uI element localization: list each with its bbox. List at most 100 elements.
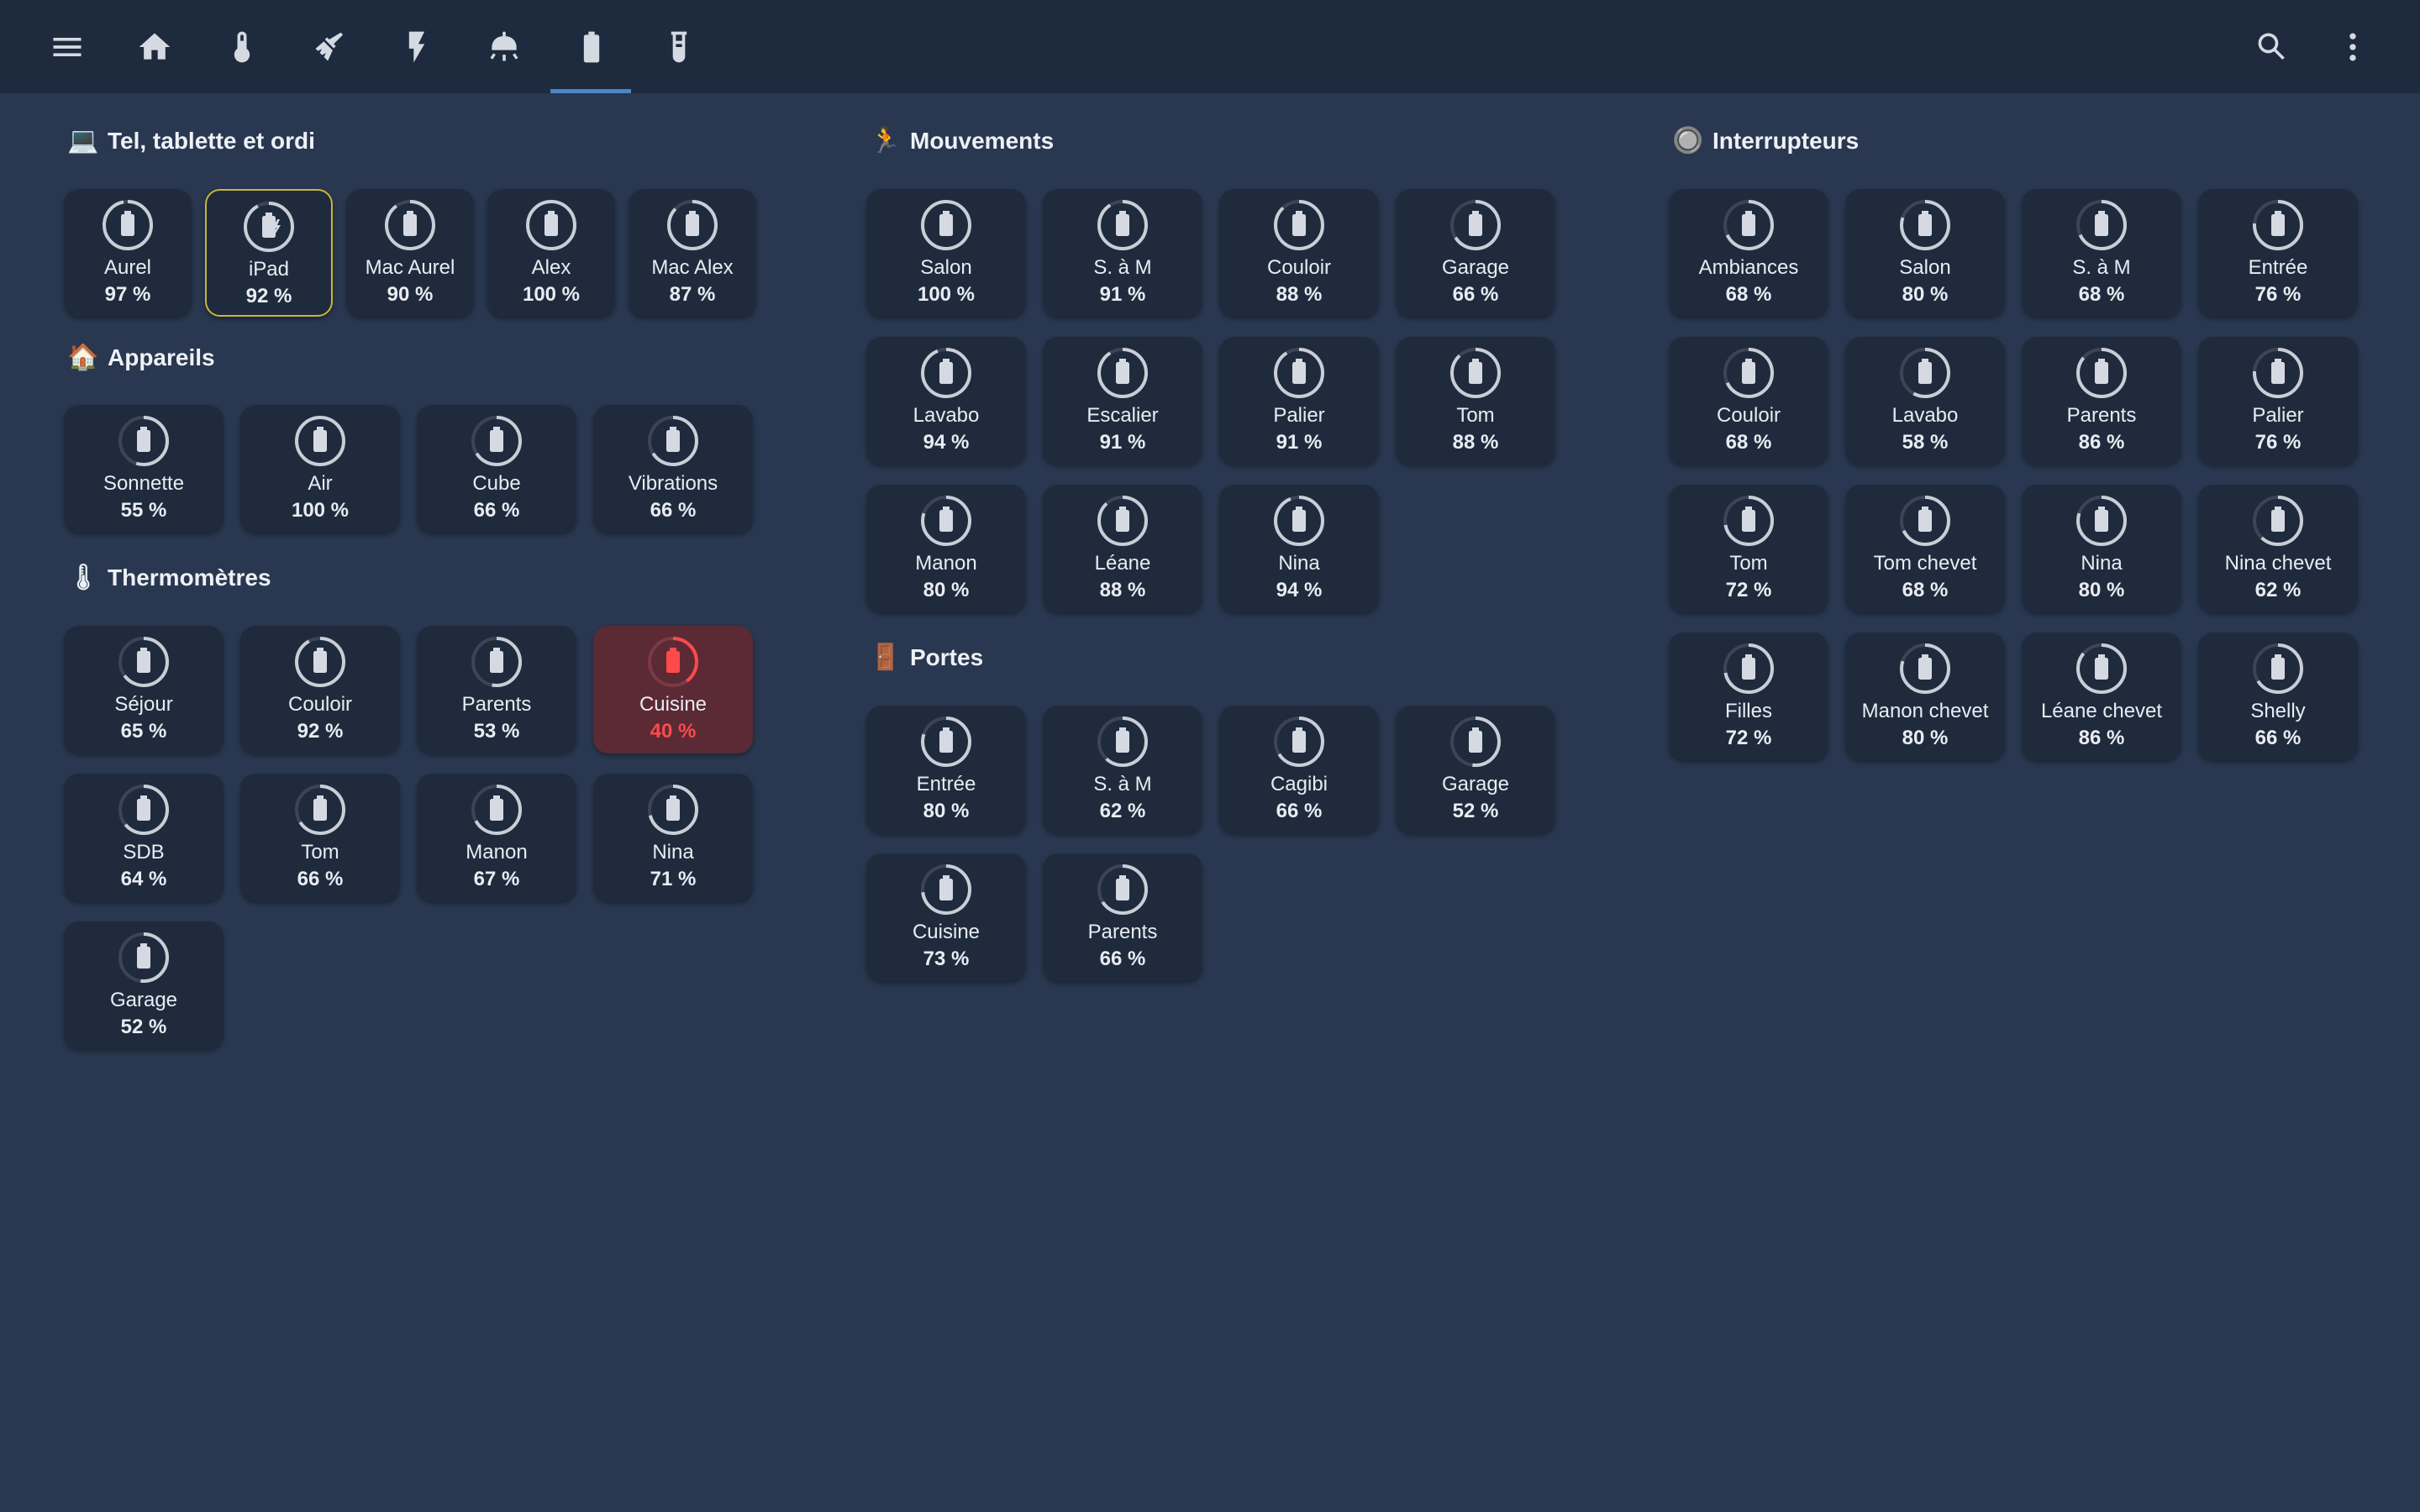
battery-card[interactable]: Aurel 97 % bbox=[64, 189, 192, 317]
more-options-button[interactable] bbox=[2321, 15, 2384, 78]
battery-card-percent: 94 % bbox=[1276, 579, 1323, 601]
tab-home[interactable] bbox=[123, 15, 186, 78]
battery-card[interactable]: Filles 72 % bbox=[1669, 633, 1828, 760]
battery-card[interactable]: Nina 94 % bbox=[1219, 485, 1379, 612]
section-title-devices: 💻 Tel, tablette et ordi bbox=[67, 126, 315, 155]
battery-level-ring bbox=[118, 785, 169, 835]
battery-card-percent: 76 % bbox=[2254, 283, 2302, 306]
battery-card[interactable]: Lavabo 94 % bbox=[866, 337, 1026, 465]
tab-broom[interactable] bbox=[297, 15, 360, 78]
battery-card[interactable]: Lavabo 58 % bbox=[1845, 337, 2005, 465]
battery-icon bbox=[666, 648, 680, 673]
battery-card[interactable]: Cube 66 % bbox=[417, 405, 576, 533]
battery-card[interactable]: Tom 88 % bbox=[1396, 337, 1555, 465]
battery-card[interactable]: Tom 66 % bbox=[240, 774, 400, 901]
battery-charging-icon bbox=[262, 213, 281, 238]
battery-card[interactable]: Salon 100 % bbox=[866, 189, 1026, 317]
battery-card-percent: 80 % bbox=[1902, 727, 1949, 749]
battery-card[interactable]: Nina 71 % bbox=[593, 774, 753, 901]
battery-card[interactable]: Parents 86 % bbox=[2022, 337, 2181, 465]
battery-card[interactable]: Léane 88 % bbox=[1043, 485, 1202, 612]
battery-level-ring bbox=[1274, 348, 1324, 398]
battery-card[interactable]: Couloir 88 % bbox=[1219, 189, 1379, 317]
menu-icon bbox=[53, 37, 81, 56]
battery-card[interactable]: Tom chevet 68 % bbox=[1845, 485, 2005, 612]
battery-card[interactable]: Escalier 91 % bbox=[1043, 337, 1202, 465]
battery-card-name: Parents bbox=[461, 693, 532, 716]
battery-card-percent: 80 % bbox=[923, 579, 970, 601]
battery-level-ring bbox=[1097, 496, 1148, 546]
battery-card[interactable]: Cuisine 73 % bbox=[866, 853, 1026, 981]
battery-icon bbox=[1918, 359, 1932, 384]
battery-card[interactable]: Couloir 92 % bbox=[240, 626, 400, 753]
battery-card[interactable]: S. à M 62 % bbox=[1043, 706, 1202, 833]
battery-card[interactable]: Alex 100 % bbox=[487, 189, 615, 317]
battery-card[interactable]: Vibrations 66 % bbox=[593, 405, 753, 533]
section-emoji: 💻 bbox=[67, 127, 99, 155]
battery-icon bbox=[939, 211, 953, 236]
battery-card-name: Nina bbox=[2081, 552, 2123, 575]
tab-ceiling-light[interactable] bbox=[472, 15, 535, 78]
battery-card[interactable]: Parents 53 % bbox=[417, 626, 576, 753]
tab-test-tube[interactable] bbox=[647, 15, 710, 78]
battery-card[interactable]: Entrée 80 % bbox=[866, 706, 1026, 833]
battery-card-name: Garage bbox=[1441, 256, 1510, 279]
battery-card-percent: 68 % bbox=[2078, 283, 2125, 306]
battery-icon bbox=[686, 211, 699, 236]
section-emoji: 🔘 bbox=[1672, 127, 1704, 155]
battery-card[interactable]: Tom 72 % bbox=[1669, 485, 1828, 612]
menu-button[interactable] bbox=[35, 15, 98, 78]
tab-battery[interactable] bbox=[560, 15, 623, 78]
battery-level-ring bbox=[2253, 200, 2303, 250]
battery-card[interactable]: Shelly 66 % bbox=[2198, 633, 2358, 760]
battery-card[interactable]: Cagibi 66 % bbox=[1219, 706, 1379, 833]
search-button[interactable] bbox=[2240, 15, 2303, 78]
tab-thermometer[interactable] bbox=[210, 15, 273, 78]
battery-card[interactable]: Garage 52 % bbox=[1396, 706, 1555, 833]
battery-icon bbox=[939, 507, 953, 532]
battery-card-name: Cagibi bbox=[1270, 773, 1328, 795]
battery-card-name: Entrée bbox=[2248, 256, 2308, 279]
battery-card[interactable]: Entrée 76 % bbox=[2198, 189, 2358, 317]
battery-card[interactable]: Air 100 % bbox=[240, 405, 400, 533]
battery-card-percent: 66 % bbox=[1452, 283, 1499, 306]
battery-card[interactable]: Palier 76 % bbox=[2198, 337, 2358, 465]
battery-card[interactable]: Sonnette 55 % bbox=[64, 405, 224, 533]
battery-card[interactable]: Manon 80 % bbox=[866, 485, 1026, 612]
tab-flash[interactable] bbox=[385, 15, 448, 78]
thermometer-icon bbox=[234, 31, 250, 62]
battery-card[interactable]: Nina 80 % bbox=[2022, 485, 2181, 612]
battery-card[interactable]: Mac Aurel 90 % bbox=[346, 189, 474, 317]
battery-card[interactable]: Manon chevet 80 % bbox=[1845, 633, 2005, 760]
battery-card[interactable]: Palier 91 % bbox=[1219, 337, 1379, 465]
battery-card[interactable]: Séjour 65 % bbox=[64, 626, 224, 753]
battery-card[interactable]: Mac Alex 87 % bbox=[629, 189, 756, 317]
battery-card-name: Couloir bbox=[1716, 404, 1781, 427]
battery-card[interactable]: S. à M 68 % bbox=[2022, 189, 2181, 317]
battery-card-name: Cuisine bbox=[639, 693, 708, 716]
battery-card[interactable]: Ambiances 68 % bbox=[1669, 189, 1828, 317]
battery-card[interactable]: S. à M 91 % bbox=[1043, 189, 1202, 317]
battery-level-ring bbox=[921, 864, 971, 915]
battery-card[interactable]: Salon 80 % bbox=[1845, 189, 2005, 317]
section-title-appareils: 🏠 Appareils bbox=[67, 343, 215, 372]
battery-level-ring bbox=[667, 200, 718, 250]
battery-card[interactable]: Nina chevet 62 % bbox=[2198, 485, 2358, 612]
battery-card-percent: 73 % bbox=[923, 948, 970, 970]
battery-card[interactable]: Garage 52 % bbox=[64, 921, 224, 1049]
battery-card-name: Nina bbox=[652, 841, 694, 864]
battery-card-percent: 87 % bbox=[669, 283, 716, 306]
battery-card[interactable]: Cuisine 40 % bbox=[593, 626, 753, 753]
battery-card[interactable]: Léane chevet 86 % bbox=[2022, 633, 2181, 760]
battery-card[interactable]: iPad 92 % bbox=[205, 189, 333, 317]
battery-level-ring bbox=[921, 717, 971, 767]
battery-card[interactable]: SDB 64 % bbox=[64, 774, 224, 901]
battery-card[interactable]: Parents 66 % bbox=[1043, 853, 1202, 981]
battery-card-percent: 66 % bbox=[2254, 727, 2302, 749]
top-app-bar bbox=[0, 0, 2420, 93]
battery-card[interactable]: Garage 66 % bbox=[1396, 189, 1555, 317]
battery-card[interactable]: Couloir 68 % bbox=[1669, 337, 1828, 465]
battery-icon bbox=[313, 427, 327, 452]
battery-card[interactable]: Manon 67 % bbox=[417, 774, 576, 901]
battery-card-name: Léane chevet bbox=[2040, 700, 2163, 722]
